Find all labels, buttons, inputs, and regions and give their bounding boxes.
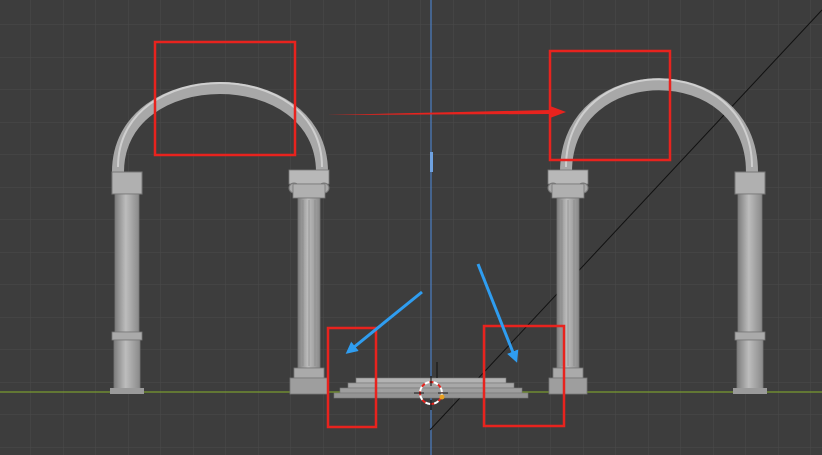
viewport-canvas[interactable]	[0, 0, 822, 455]
left-pilaster	[110, 171, 144, 394]
3d-viewport[interactable]	[0, 0, 822, 455]
right-pilaster	[733, 171, 767, 394]
z-axis-marker	[430, 152, 433, 172]
